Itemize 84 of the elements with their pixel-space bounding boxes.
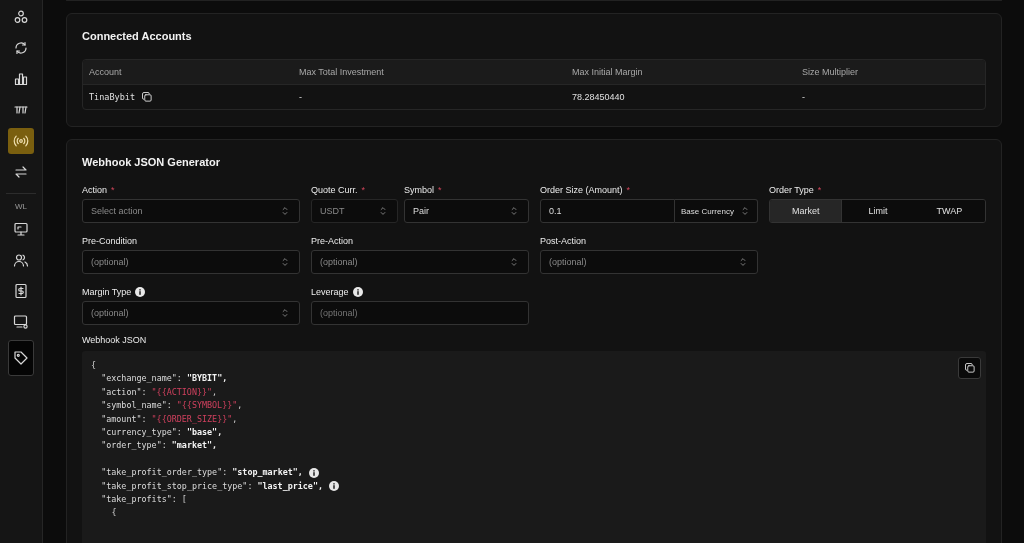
column-header: Max Total Investment [293, 60, 566, 85]
segment-option[interactable]: TWAP [913, 200, 985, 222]
code-key: "action": [101, 385, 147, 400]
code-value: "base", [186, 425, 223, 439]
select-field[interactable]: Select action [82, 199, 300, 223]
copy-icon [963, 362, 976, 374]
code-variable: "{{ACTION}}" [151, 385, 213, 399]
code-value: "last_price", [257, 479, 323, 493]
table-cell: 78.28450440 [572, 92, 625, 102]
code-key: "currency_type": [101, 425, 182, 440]
field-label: Margin Type [82, 287, 132, 297]
required-mark: * [111, 185, 115, 195]
chevron-up-down-icon [279, 307, 291, 319]
code-key: "amount": [101, 412, 147, 426]
code-punctuation: [ [181, 492, 187, 506]
required-mark: * [626, 185, 631, 195]
field-label: Order Type [769, 185, 814, 195]
column-header: Size Multiplier [796, 60, 985, 85]
chevron-up-down-icon [377, 205, 389, 217]
code-key: "order_type": [101, 439, 167, 453]
required-mark: * [817, 185, 822, 195]
chevron-up-down-icon [508, 205, 520, 217]
code-key: "exchange_name": [101, 372, 182, 386]
select-field[interactable]: (optional) [311, 250, 529, 274]
segment-option[interactable]: Market [770, 200, 843, 222]
refresh-icon [13, 40, 29, 56]
chevron-up-down-icon [279, 256, 291, 268]
field-label: Symbol [404, 185, 434, 195]
chevron-up-down-icon [279, 205, 291, 217]
code-punctuation: , [237, 399, 243, 413]
code-punctuation: { [111, 506, 117, 520]
code-value: "stop_market", [232, 466, 303, 480]
code-key: "take_profit_order_type": [101, 466, 228, 480]
account-name: TinaBybit [89, 92, 136, 102]
select-field[interactable]: (optional) [82, 301, 300, 325]
broadcast-icon [13, 133, 29, 149]
section-label: WL [15, 202, 27, 211]
select-field[interactable]: Pair [404, 199, 529, 223]
input-field[interactable]: (optional) [311, 301, 529, 325]
chevron-up-down-icon [737, 256, 749, 268]
table-cell: - [802, 92, 805, 102]
column-header: Max Initial Margin [566, 60, 796, 85]
field-label: Action [82, 185, 107, 195]
card-title: Connected Accounts [82, 30, 193, 42]
code-key: "take_profit_stop_price_type": [101, 479, 253, 493]
table-cell: - [299, 92, 302, 102]
code-variable: "{{SYMBOL}}" [176, 399, 238, 413]
unit-select[interactable]: Base Currency [675, 199, 758, 223]
code-punctuation: { [91, 359, 97, 372]
code-value: "market", [171, 439, 218, 453]
monitor-gear-icon [13, 314, 29, 330]
input-field[interactable]: 0.1 [540, 199, 675, 223]
code-key: "symbol_name": [101, 399, 172, 413]
code-variable: "{{ORDER_SIZE}}" [151, 412, 233, 426]
sidebar-item[interactable] [8, 340, 34, 376]
card-title: Webhook JSON Generator [82, 156, 221, 168]
circles-icon [13, 9, 29, 25]
field-label: Pre-Condition [82, 236, 138, 246]
transfer-icon [13, 164, 29, 180]
code-punctuation: , [232, 412, 238, 426]
code-punctuation: , [212, 385, 218, 399]
users-icon [13, 252, 29, 268]
dollar-document-icon [13, 283, 29, 299]
select-field[interactable]: (optional) [82, 250, 300, 274]
required-mark: * [361, 185, 366, 195]
chevron-up-down-icon [508, 256, 520, 268]
bar-chart-icon [13, 71, 29, 87]
copy-icon [141, 91, 154, 103]
monitor-icon [13, 221, 29, 237]
column-header: Account [83, 60, 293, 85]
field-label: Order Size (Amount) [540, 185, 623, 195]
tag-icon [13, 350, 29, 366]
code-value: "BYBIT", [186, 372, 228, 386]
segment-option[interactable]: Limit [842, 200, 914, 222]
field-label: Post-Action [540, 236, 587, 246]
chevron-up-down-icon [739, 205, 751, 217]
field-label: Pre-Action [311, 236, 354, 246]
code-key: "take_profits": [101, 492, 177, 507]
copy-button[interactable] [958, 357, 981, 379]
section-label: Webhook JSON [82, 335, 148, 345]
field-label: Quote Curr. [311, 185, 358, 195]
field-label: Leverage [311, 287, 349, 297]
required-mark: * [438, 185, 442, 195]
select-field[interactable]: (optional) [540, 250, 758, 274]
